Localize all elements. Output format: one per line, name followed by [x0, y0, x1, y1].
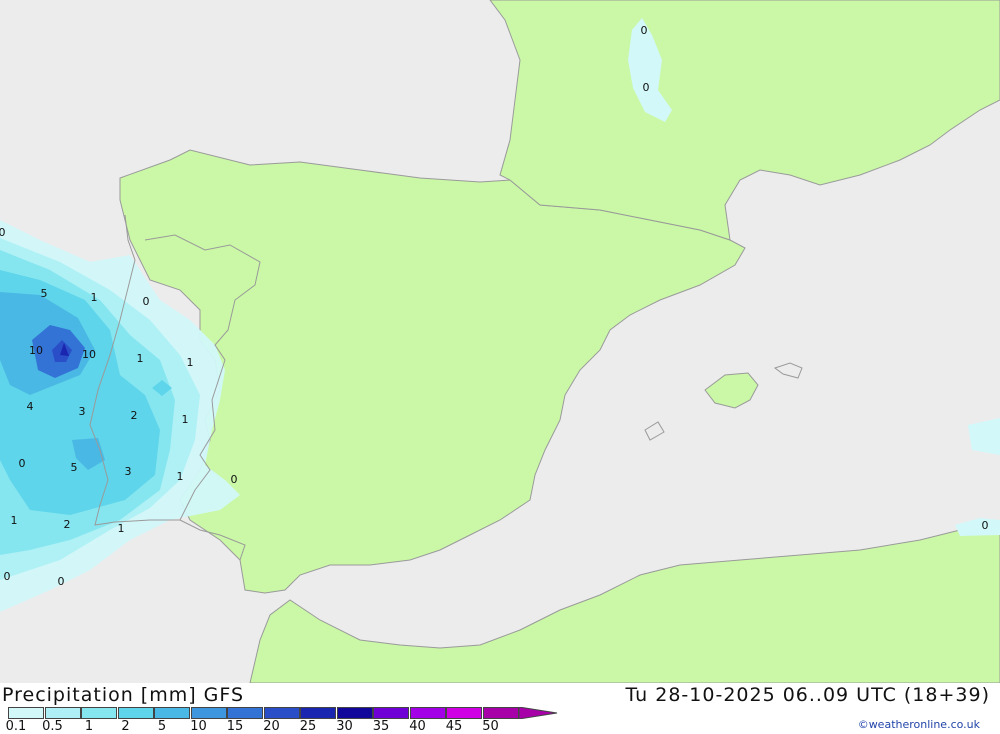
legend-arrow — [518, 707, 557, 719]
map-title: Precipitation [mm] GFS — [2, 684, 245, 706]
precipitation-map: 0 5 1 0 10 10 1 1 4 3 2 1 0 5 3 1 0 1 2 … — [0, 0, 1000, 683]
contour-label: 1 — [187, 356, 194, 369]
contour-label: 3 — [125, 465, 132, 478]
contour-label: 2 — [131, 409, 138, 422]
contour-label: 0 — [4, 570, 11, 583]
legend-swatch — [446, 707, 482, 719]
legend-tick-label: 5 — [157, 719, 167, 734]
contour-label: 0 — [143, 295, 150, 308]
legend-tick-label: 2 — [121, 719, 130, 734]
legend-swatch — [300, 707, 336, 719]
contour-label: 0 — [0, 226, 6, 239]
legend-tick-label: 20 — [263, 719, 280, 734]
contour-label: 1 — [118, 522, 125, 535]
contour-label: 0 — [643, 81, 650, 94]
legend-swatch — [482, 707, 519, 719]
legend-tick-label: 45 — [445, 719, 463, 734]
legend-tick-label: 35 — [372, 719, 390, 734]
contour-label: 2 — [64, 518, 71, 531]
legend-swatch — [81, 707, 117, 719]
contour-label: 5 — [41, 287, 48, 300]
legend-swatch — [336, 707, 373, 719]
legend-swatch — [227, 707, 263, 719]
legend-tick-label: 0.1 — [5, 719, 27, 734]
contour-label: 4 — [27, 400, 34, 413]
contour-label: 1 — [11, 514, 18, 527]
legend-swatch — [373, 707, 409, 719]
legend-swatch — [117, 707, 154, 719]
legend-swatch — [44, 707, 81, 719]
legend-tick-label: 25 — [299, 719, 317, 734]
legend-tick-label: 40 — [409, 719, 426, 734]
contour-label: 0 — [231, 473, 238, 486]
contour-label: 1 — [177, 470, 184, 483]
contour-label: 0 — [58, 575, 65, 588]
legend-tick-label: 1 — [84, 719, 94, 734]
legend-swatch — [154, 707, 190, 719]
contour-label: 0 — [19, 457, 26, 470]
legend-swatch — [409, 707, 446, 719]
legend-swatch — [263, 707, 300, 719]
legend-tick-label: 50 — [482, 719, 499, 734]
legend-tick-label: 10 — [190, 719, 207, 734]
legend-tick-label: 0.5 — [42, 719, 63, 734]
legend-tick-label: 30 — [336, 719, 353, 734]
contour-label: 1 — [137, 352, 144, 365]
contour-label: 0 — [982, 519, 989, 532]
contour-label: 10 — [29, 344, 43, 357]
contour-label: 5 — [71, 461, 78, 474]
contour-label: 3 — [79, 405, 86, 418]
credit-link[interactable]: ©weatheronline.co.uk — [858, 718, 980, 731]
contour-label: 1 — [182, 413, 189, 426]
legend-swatch — [8, 707, 44, 719]
contour-label: 0 — [641, 24, 648, 37]
legend-swatch — [190, 707, 227, 719]
forecast-datetime: Tu 28-10-2025 06..09 UTC (18+39) — [625, 684, 990, 706]
contour-label: 10 — [82, 348, 96, 361]
color-legend — [8, 707, 557, 719]
legend-tick-label: 15 — [226, 719, 244, 734]
contour-label: 1 — [91, 291, 98, 304]
